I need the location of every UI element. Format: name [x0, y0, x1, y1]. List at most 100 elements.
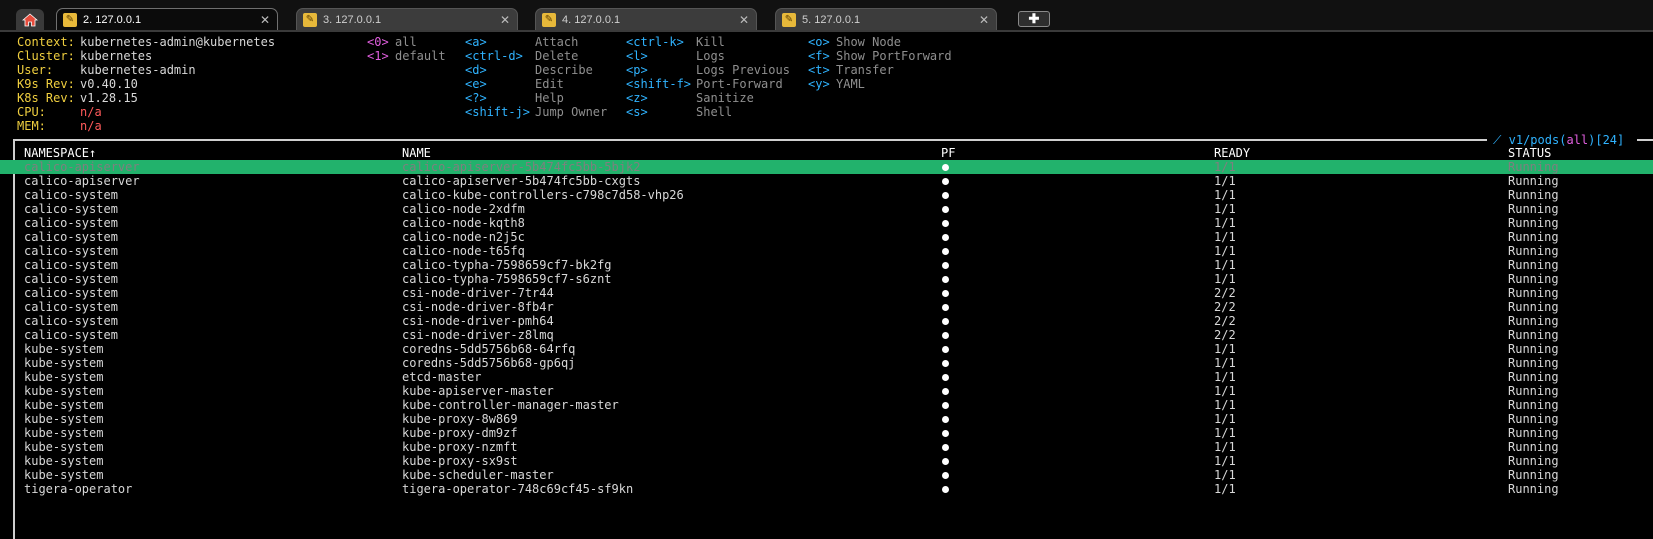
cell-name: kube-scheduler-master: [402, 468, 554, 482]
table-row[interactable]: kube-system kube-controller-manager-maste…: [0, 398, 1653, 412]
table-row[interactable]: calico-system csi-node-driver-7tr44 2/2 Run…: [0, 286, 1653, 300]
k9s-rev-value: v0.40.10: [80, 77, 138, 91]
header-namespace[interactable]: NAMESPACE↑: [24, 146, 96, 160]
tab-bar: ✎ 2. 127.0.0.1 ✕ ✎ 3. 127.0.0.1 ✕ ✎ 4. 1…: [0, 0, 1653, 32]
close-icon[interactable]: ✕: [976, 13, 992, 27]
table-row[interactable]: calico-apiserver calico-apiserver-5b474fc…: [0, 174, 1653, 188]
cell-ready: 1/1: [1214, 342, 1236, 356]
cell-namespace: calico-system: [24, 300, 118, 314]
table-row[interactable]: calico-system calico-node-n2j5c 1/1 Running: [0, 230, 1653, 244]
key-logs-previous: <p>: [626, 63, 648, 77]
new-tab-button[interactable]: ✚: [1018, 11, 1050, 27]
tab-bar-divider: [0, 30, 1653, 32]
cmd-describe[interactable]: Describe: [535, 63, 593, 77]
cell-status: Running: [1508, 258, 1559, 272]
ns-default[interactable]: default: [395, 49, 446, 63]
tab-session-3[interactable]: ✎ 3. 127.0.0.1 ✕: [296, 8, 518, 30]
tab-session-5[interactable]: ✎ 5. 127.0.0.1 ✕: [775, 8, 997, 30]
table-row[interactable]: tigera-operator tigera-operator-748c69cf4…: [0, 482, 1653, 496]
table-row[interactable]: calico-system csi-node-driver-z8lmq 2/2 Run…: [0, 328, 1653, 342]
cell-status: Running: [1508, 188, 1559, 202]
view-title-prefix: v1/pods(: [1501, 133, 1567, 147]
table-row[interactable]: calico-system calico-node-2xdfm 1/1 Running: [0, 202, 1653, 216]
cell-ready: 1/1: [1214, 216, 1236, 230]
table-row-selected[interactable]: calico-apiserver calico-apiserver-5b474fc…: [0, 160, 1653, 174]
ns-all[interactable]: all: [395, 35, 417, 49]
table-row[interactable]: calico-system csi-node-driver-pmh64 2/2 Run…: [0, 314, 1653, 328]
cell-ready: 1/1: [1214, 412, 1236, 426]
ns-key-1: <1>: [367, 49, 389, 63]
header-pf[interactable]: PF: [941, 146, 955, 160]
key-sanitize: <z>: [626, 91, 648, 105]
cmd-show-portforward[interactable]: Show PortForward: [836, 49, 952, 63]
portforward-indicator-icon: [942, 332, 949, 339]
table-row[interactable]: calico-system calico-typha-7598659cf7-bk2…: [0, 258, 1653, 272]
cmd-shell[interactable]: Shell: [696, 105, 732, 119]
mem-value: n/a: [80, 119, 102, 133]
wrench-icon: ✎: [782, 12, 796, 27]
portforward-indicator-icon: [942, 234, 949, 241]
cmd-port-forward[interactable]: Port-Forward: [696, 77, 783, 91]
cmd-logs[interactable]: Logs: [696, 49, 725, 63]
cmd-logs-previous[interactable]: Logs Previous: [696, 63, 790, 77]
table-row[interactable]: calico-system calico-kube-controllers-c79…: [0, 188, 1653, 202]
tab-session-2[interactable]: ✎ 2. 127.0.0.1 ✕: [56, 8, 278, 30]
cmd-jump-owner[interactable]: Jump Owner: [535, 105, 607, 119]
portforward-indicator-icon: [942, 430, 949, 437]
table-row[interactable]: kube-system kube-proxy-nzmft 1/1 Running: [0, 440, 1653, 454]
cell-name: kube-proxy-nzmft: [402, 440, 518, 454]
table-row[interactable]: kube-system kube-proxy-dm9zf 1/1 Running: [0, 426, 1653, 440]
cell-namespace: calico-system: [24, 216, 118, 230]
cmd-kill[interactable]: Kill: [696, 35, 725, 49]
cmd-show-node[interactable]: Show Node: [836, 35, 901, 49]
close-icon[interactable]: ✕: [736, 13, 752, 27]
cell-namespace: calico-apiserver: [24, 160, 140, 174]
close-icon[interactable]: ✕: [497, 13, 513, 27]
tab-session-4[interactable]: ✎ 4. 127.0.0.1 ✕: [535, 8, 757, 30]
table-row[interactable]: kube-system kube-proxy-8w869 1/1 Running: [0, 412, 1653, 426]
cell-status: Running: [1508, 160, 1559, 174]
cmd-sanitize[interactable]: Sanitize: [696, 91, 754, 105]
table-row[interactable]: kube-system coredns-5dd5756b68-gp6qj 1/1 Ru…: [0, 356, 1653, 370]
table-row[interactable]: calico-system calico-typha-7598659cf7-s6z…: [0, 272, 1653, 286]
cell-ready: 1/1: [1214, 272, 1236, 286]
portforward-indicator-icon: [942, 206, 949, 213]
cell-namespace: kube-system: [24, 468, 104, 482]
tab-label: 2. 127.0.0.1: [83, 13, 142, 26]
table-row[interactable]: calico-system calico-node-kqth8 1/1 Running: [0, 216, 1653, 230]
header-name[interactable]: NAME: [402, 146, 431, 160]
table-row[interactable]: kube-system kube-proxy-sx9st 1/1 Running: [0, 454, 1653, 468]
portforward-indicator-icon: [942, 248, 949, 255]
portforward-indicator-icon: [942, 290, 949, 297]
cmd-delete[interactable]: Delete: [535, 49, 578, 63]
close-icon[interactable]: ✕: [257, 13, 273, 27]
header-status[interactable]: STATUS: [1508, 146, 1551, 160]
table-row[interactable]: calico-system calico-node-t65fq 1/1 Running: [0, 244, 1653, 258]
cell-namespace: tigera-operator: [24, 482, 133, 496]
key-attach: <a>: [465, 35, 487, 49]
portforward-indicator-icon: [942, 346, 949, 353]
cell-ready: 1/1: [1214, 384, 1236, 398]
table-row[interactable]: kube-system coredns-5dd5756b68-64rfq 1/1 Ru…: [0, 342, 1653, 356]
cmd-yaml[interactable]: YAML: [836, 77, 865, 91]
cmd-edit[interactable]: Edit: [535, 77, 564, 91]
cell-ready: 1/1: [1214, 482, 1236, 496]
context-value: kubernetes-admin@kubernetes: [80, 35, 276, 49]
cell-status: Running: [1508, 454, 1559, 468]
key-help: <?>: [465, 91, 487, 105]
header-ready[interactable]: READY: [1214, 146, 1250, 160]
cmd-help[interactable]: Help: [535, 91, 564, 105]
cell-namespace: calico-system: [24, 188, 118, 202]
cell-status: Running: [1508, 272, 1559, 286]
cell-status: Running: [1508, 174, 1559, 188]
cell-namespace: calico-system: [24, 258, 118, 272]
cmd-transfer[interactable]: Transfer: [836, 63, 894, 77]
cmd-attach[interactable]: Attach: [535, 35, 578, 49]
cell-namespace: kube-system: [24, 356, 104, 370]
key-logs: <l>: [626, 49, 648, 63]
table-row[interactable]: kube-system kube-scheduler-master 1/1 Runni…: [0, 468, 1653, 482]
home-tab[interactable]: [16, 9, 44, 30]
table-row[interactable]: calico-system csi-node-driver-8fb4r 2/2 Run…: [0, 300, 1653, 314]
table-row[interactable]: kube-system etcd-master 1/1 Running: [0, 370, 1653, 384]
table-row[interactable]: kube-system kube-apiserver-master 1/1 Runni…: [0, 384, 1653, 398]
